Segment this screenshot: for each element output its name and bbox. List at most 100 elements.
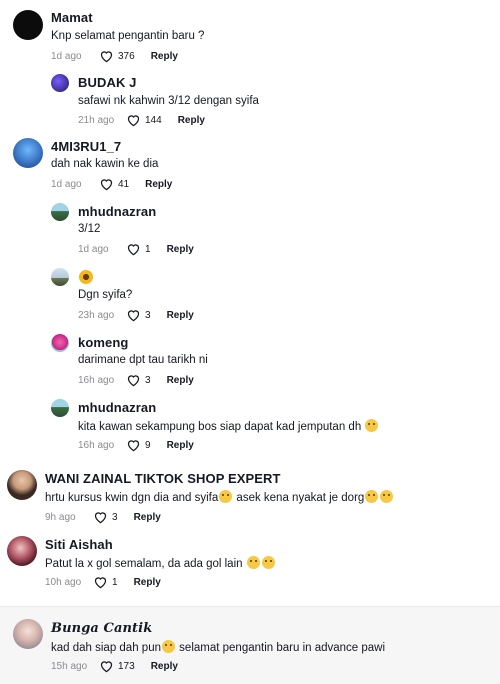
comment-time: 23h ago — [78, 309, 115, 321]
like-button[interactable]: 3 — [126, 373, 151, 387]
comment-text-content: Patut la x gol semalam, da ada gol lain — [45, 558, 246, 570]
like-count: 3 — [145, 374, 151, 386]
comment-reply-item: mhudnazran 3/12 1d ago 1 Reply — [0, 200, 500, 264]
like-count: 376 — [118, 50, 135, 62]
comment-meta: 15h ago 173 Reply — [51, 659, 178, 673]
like-count: 144 — [145, 114, 162, 126]
comment-username[interactable]: komeng — [78, 335, 128, 350]
laughing-emoji-icon — [261, 556, 275, 569]
reply-button[interactable]: Reply — [178, 115, 205, 126]
comment-username[interactable]: Bunga Cantik — [51, 621, 152, 636]
comment-username[interactable]: Mamat — [51, 10, 93, 25]
like-count: 3 — [112, 511, 118, 523]
heart-outline-icon — [100, 179, 113, 191]
comment-text: dah nak kawin ke dia — [51, 158, 159, 170]
avatar[interactable] — [13, 138, 43, 168]
avatar[interactable] — [51, 74, 69, 92]
heart-outline-icon — [127, 310, 140, 322]
comment-meta: 16h ago 9 Reply — [78, 438, 194, 452]
reply-button[interactable]: Reply — [151, 661, 178, 672]
comment-username[interactable]: mhudnazran — [78, 204, 156, 219]
reply-button[interactable]: Reply — [151, 51, 178, 62]
avatar[interactable] — [13, 10, 43, 40]
like-count: 3 — [145, 309, 151, 321]
comment-reply-item: mhudnazran kita kawan sekampung bos siap… — [0, 396, 500, 461]
like-button[interactable]: 9 — [126, 438, 151, 452]
comment-text: Patut la x gol semalam, da ada gol lain — [45, 556, 276, 570]
like-button[interactable]: 41 — [99, 177, 129, 191]
comment-item: Mamat Knp selamat pengantin baru ? 1d ag… — [0, 0, 500, 70]
comment-username[interactable]: BUDAK J — [78, 75, 136, 90]
comment-time: 1d ago — [78, 243, 109, 255]
comment-username[interactable]: Siti Aishah — [45, 537, 113, 552]
laughing-emoji-icon — [246, 556, 260, 569]
comment-time: 1d ago — [51, 178, 82, 190]
comment-time: 9h ago — [45, 511, 76, 523]
heart-outline-icon — [94, 512, 107, 524]
heart-outline-icon — [94, 577, 107, 589]
heart-outline-icon — [127, 440, 140, 452]
like-button[interactable]: 1 — [126, 242, 151, 256]
comment-text: kad dah siap dah pun selamat pengantin b… — [51, 640, 385, 654]
comment-item: Siti Aishah Patut la x gol semalam, da a… — [0, 533, 500, 595]
comment-username[interactable]: mhudnazran — [78, 400, 156, 415]
reply-button[interactable]: Reply — [145, 179, 172, 190]
like-count: 1 — [145, 243, 151, 255]
like-button[interactable]: 173 — [99, 659, 135, 673]
like-count: 41 — [118, 178, 130, 190]
reply-button[interactable]: Reply — [167, 375, 194, 386]
avatar[interactable] — [13, 619, 43, 649]
heart-outline-icon — [100, 51, 113, 63]
comment-meta: 9h ago 3 Reply — [45, 510, 161, 524]
laughing-emoji-icon — [380, 490, 394, 503]
comment-reply-item: Dgn syifa? 23h ago 3 Reply — [0, 266, 500, 330]
reply-button[interactable]: Reply — [167, 244, 194, 255]
avatar[interactable] — [51, 399, 69, 417]
comment-text: darimane dpt tau tarikh ni — [78, 354, 208, 366]
avatar[interactable] — [7, 470, 37, 500]
comment-username[interactable]: WANI ZAINAL TIKTOK SHOP EXPERT — [45, 471, 281, 486]
comment-meta: 23h ago 3 Reply — [78, 308, 194, 322]
like-button[interactable]: 144 — [126, 113, 162, 127]
comment-text: Dgn syifa? — [78, 289, 133, 301]
grimacing-emoji-icon — [161, 640, 175, 653]
like-count: 1 — [112, 576, 118, 588]
comment-time: 10h ago — [45, 576, 82, 588]
comment-username[interactable]: 4MI3RU1_7 — [51, 139, 121, 154]
heart-outline-icon — [127, 375, 140, 387]
pinned-comment-bar: Bunga Cantik kad dah siap dah pun selama… — [0, 607, 500, 684]
reply-button[interactable]: Reply — [134, 512, 161, 523]
heart-outline-icon — [127, 244, 140, 256]
comment-time: 16h ago — [78, 374, 115, 386]
comment-text: safawi nk kahwin 3/12 dengan syifa — [78, 95, 259, 107]
comment-meta: 1d ago 376 Reply — [51, 49, 178, 63]
comment-text: Knp selamat pengantin baru ? — [51, 30, 205, 42]
avatar[interactable] — [51, 334, 69, 352]
sweat-smile-emoji-icon — [365, 419, 379, 432]
avatar[interactable] — [7, 536, 37, 566]
heart-outline-icon — [127, 115, 140, 127]
reply-button[interactable]: Reply — [167, 310, 194, 321]
comment-meta: 1d ago 41 Reply — [51, 177, 172, 191]
like-button[interactable]: 376 — [99, 49, 135, 63]
reply-button[interactable]: Reply — [167, 440, 194, 451]
comment-time: 16h ago — [78, 439, 115, 451]
comment-meta: 21h ago 144 Reply — [78, 113, 205, 127]
comment-reply-item: komeng darimane dpt tau tarikh ni 16h ag… — [0, 331, 500, 395]
comment-text-content: kita kawan sekampung bos siap dapat kad … — [78, 421, 362, 433]
comment-time: 15h ago — [51, 660, 88, 672]
comment-time: 21h ago — [78, 114, 115, 126]
avatar[interactable] — [51, 203, 69, 221]
comment-text-content: hrtu kursus kwin dgn dia and syifa — [45, 492, 219, 504]
like-button[interactable]: 3 — [126, 308, 151, 322]
comment-reply-item: BUDAK J safawi nk kahwin 3/12 dengan syi… — [0, 70, 500, 132]
comment-text-content-2: asek kena nyakat je dorg — [233, 492, 365, 504]
comment-text-content-2: selamat pengantin baru in advance pawi — [175, 642, 386, 654]
comment-item: 4MI3RU1_7 dah nak kawin ke dia 1d ago 41… — [0, 135, 500, 200]
like-button[interactable]: 1 — [93, 575, 118, 589]
sunflower-icon — [79, 270, 93, 284]
wink-emoji-icon — [219, 490, 233, 503]
avatar[interactable] — [51, 268, 69, 286]
like-button[interactable]: 3 — [93, 510, 118, 524]
reply-button[interactable]: Reply — [134, 577, 161, 588]
